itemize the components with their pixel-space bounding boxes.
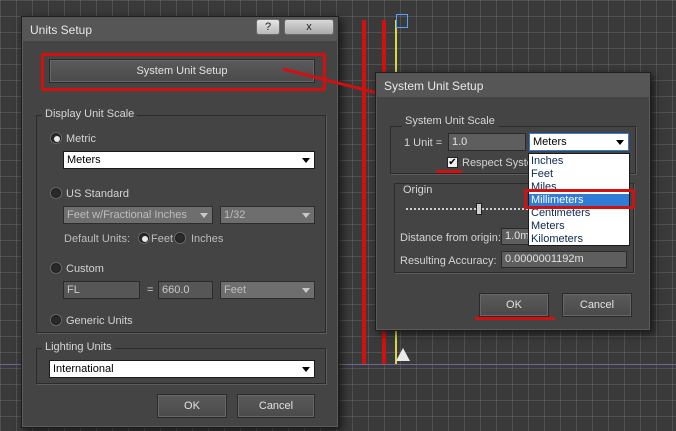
one-unit-field[interactable]: 1.0 [448, 133, 526, 151]
respect-system-checkbox[interactable]: ✔ [447, 157, 458, 168]
distance-value: 1.0m [505, 230, 530, 242]
one-unit-label: 1 Unit = [404, 137, 443, 149]
millimeters-highlight [524, 189, 635, 209]
system-cancel-button[interactable]: Cancel [562, 293, 632, 317]
respect-underline-annotation [436, 170, 462, 173]
dropdown-option-feet[interactable]: Feet [529, 168, 629, 181]
system-ok-button[interactable]: OK [479, 293, 549, 317]
system-unit-dropdown[interactable]: Meters [529, 133, 629, 151]
system-unit-scale-label: System Unit Scale [402, 115, 498, 127]
accuracy-label: Resulting Accuracy: [400, 255, 497, 267]
dropdown-option-inches[interactable]: Inches [529, 155, 629, 168]
origin-slider-handle[interactable] [476, 203, 482, 215]
ok-underline-annotation [475, 317, 555, 320]
dropdown-option-kilometers[interactable]: Kilometers [529, 233, 629, 246]
respect-system-label: Respect Syste [462, 157, 533, 169]
system-unit-setup-dialog: System Unit Setup System Unit Scale 1 Un… [375, 72, 651, 331]
system-unit-value: Meters [533, 136, 567, 148]
system-unit-setup-title: System Unit Setup [384, 79, 484, 93]
accuracy-value: 0.0000001192m [505, 253, 584, 265]
distance-field[interactable]: 1.0m [501, 228, 531, 245]
distance-label: Distance from origin: [400, 232, 501, 244]
chevron-down-icon [616, 140, 624, 145]
one-unit-value: 1.0 [452, 136, 468, 148]
origin-label: Origin [400, 184, 436, 196]
dropdown-option-meters[interactable]: Meters [529, 220, 629, 233]
system-unit-setup-titlebar: System Unit Setup [376, 73, 650, 97]
accuracy-field: 0.0000001192m [501, 251, 627, 268]
